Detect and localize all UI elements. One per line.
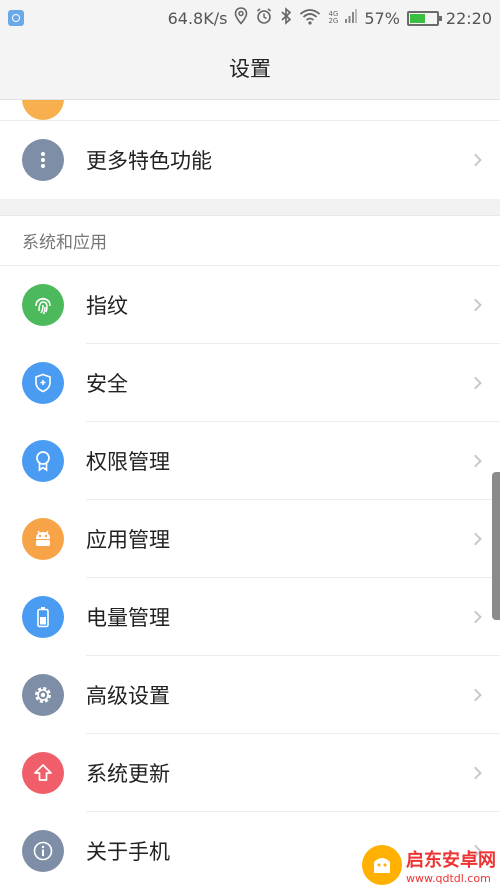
more-dots-icon [22, 139, 64, 181]
watermark: 启东安卓网 www.qdtdl.com [362, 845, 496, 885]
more-features-label: 更多特色功能 [86, 149, 212, 173]
settings-item-security[interactable]: 安全 [0, 344, 500, 422]
chevron-right-icon [469, 766, 482, 780]
signal-icon: 4G 2G [328, 11, 338, 25]
settings-item-label: 电量管理 [86, 606, 170, 630]
chevron-right-icon [469, 454, 482, 468]
header: 设置 [0, 36, 500, 100]
chevron-right-icon [469, 376, 482, 390]
top-group: 更多特色功能 [0, 121, 500, 199]
chevron-right-icon [469, 532, 482, 546]
battery-level [409, 13, 425, 23]
settings-item-label: 高级设置 [86, 684, 170, 708]
gear-icon [22, 674, 64, 716]
watermark-url: www.qdtdl.com [406, 871, 491, 885]
settings-item-system-update[interactable]: 系统更新 [0, 734, 500, 812]
settings-item-label: 系统更新 [86, 762, 170, 786]
fingerprint-icon [22, 284, 64, 326]
chevron-right-icon [469, 298, 482, 312]
page-title: 设置 [229, 56, 271, 81]
chevron-right-icon [469, 153, 482, 167]
settings-item-battery[interactable]: 电量管理 [0, 578, 500, 656]
status-indicators: 64.8K/s 4G 2G 57% 22:20 [168, 7, 492, 29]
bluetooth-icon [280, 7, 292, 29]
system-section: 指纹 安全 权限管理 应用管理 电量管理 高级设置 系统更新 关于手机 [0, 266, 500, 889]
partially-visible-row[interactable] [0, 100, 500, 121]
location-icon [234, 7, 248, 29]
info-icon [22, 830, 64, 872]
signal-bars-icon [345, 8, 358, 28]
section-gap [0, 199, 500, 216]
settings-item-label: 安全 [86, 372, 128, 396]
watermark-logo-icon [362, 845, 402, 885]
settings-item-label: 指纹 [86, 294, 128, 318]
settings-item-fingerprint[interactable]: 指纹 [0, 266, 500, 344]
partial-row-icon [22, 100, 64, 120]
chevron-right-icon [469, 688, 482, 702]
settings-item-permissions[interactable]: 权限管理 [0, 422, 500, 500]
shield-icon [22, 362, 64, 404]
clock: 22:20 [445, 8, 492, 28]
settings-item-label: 关于手机 [86, 840, 170, 864]
watermark-title: 启东安卓网 [406, 849, 496, 871]
app-notification-icon [8, 10, 24, 26]
battery-icon [22, 596, 64, 638]
settings-item-label: 权限管理 [86, 450, 170, 474]
status-bar: 64.8K/s 4G 2G 57% 22:20 [0, 0, 500, 36]
settings-item-label: 应用管理 [86, 528, 170, 552]
network-2g-label: 2G [328, 17, 339, 25]
network-speed: 64.8K/s [167, 8, 228, 28]
watermark-text: 启东安卓网 www.qdtdl.com [406, 846, 496, 885]
section-title: 系统和应用 [0, 216, 500, 266]
more-features-row[interactable]: 更多特色功能 [0, 121, 500, 199]
battery-percent: 57% [364, 8, 400, 28]
upload-arrow-icon [22, 752, 64, 794]
chevron-right-icon [469, 610, 482, 624]
wifi-icon [299, 8, 321, 29]
settings-list[interactable]: 更多特色功能 系统和应用 指纹 安全 权限管理 应用管理 电量管理 高级设置 系… [0, 100, 500, 889]
android-icon [22, 518, 64, 560]
settings-item-app-management[interactable]: 应用管理 [0, 500, 500, 578]
scrollbar[interactable] [492, 472, 500, 620]
settings-item-advanced[interactable]: 高级设置 [0, 656, 500, 734]
battery-icon [406, 10, 442, 26]
badge-icon [22, 440, 64, 482]
alarm-icon [255, 7, 273, 29]
